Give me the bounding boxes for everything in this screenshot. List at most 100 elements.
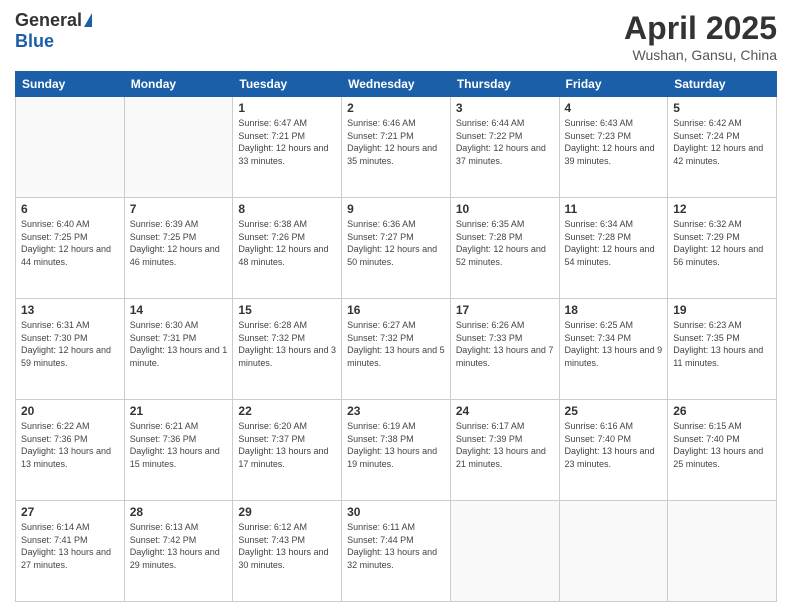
logo: General Blue — [15, 10, 92, 52]
table-row — [450, 501, 559, 602]
weekday-header-row: Sunday Monday Tuesday Wednesday Thursday… — [16, 72, 777, 97]
table-row: 6 Sunrise: 6:40 AM Sunset: 7:25 PM Daylig… — [16, 198, 125, 299]
day-number: 6 — [21, 202, 119, 216]
day-info: Sunrise: 6:34 AM Sunset: 7:28 PM Dayligh… — [565, 218, 663, 268]
table-row: 25 Sunrise: 6:16 AM Sunset: 7:40 PM Dayli… — [559, 400, 668, 501]
day-info: Sunrise: 6:22 AM Sunset: 7:36 PM Dayligh… — [21, 420, 119, 470]
day-number: 9 — [347, 202, 445, 216]
table-row: 24 Sunrise: 6:17 AM Sunset: 7:39 PM Dayli… — [450, 400, 559, 501]
day-info: Sunrise: 6:36 AM Sunset: 7:27 PM Dayligh… — [347, 218, 445, 268]
day-info: Sunrise: 6:12 AM Sunset: 7:43 PM Dayligh… — [238, 521, 336, 571]
day-info: Sunrise: 6:42 AM Sunset: 7:24 PM Dayligh… — [673, 117, 771, 167]
table-row: 23 Sunrise: 6:19 AM Sunset: 7:38 PM Dayli… — [342, 400, 451, 501]
day-info: Sunrise: 6:25 AM Sunset: 7:34 PM Dayligh… — [565, 319, 663, 369]
table-row: 16 Sunrise: 6:27 AM Sunset: 7:32 PM Dayli… — [342, 299, 451, 400]
logo-blue-text: Blue — [15, 31, 54, 52]
calendar-table: Sunday Monday Tuesday Wednesday Thursday… — [15, 71, 777, 602]
day-number: 13 — [21, 303, 119, 317]
day-info: Sunrise: 6:23 AM Sunset: 7:35 PM Dayligh… — [673, 319, 771, 369]
table-row: 1Sunrise: 6:47 AM Sunset: 7:21 PM Daylig… — [233, 97, 342, 198]
title-location: Wushan, Gansu, China — [624, 47, 777, 63]
table-row — [16, 97, 125, 198]
day-number: 28 — [130, 505, 228, 519]
table-row: 30 Sunrise: 6:11 AM Sunset: 7:44 PM Dayli… — [342, 501, 451, 602]
day-number: 24 — [456, 404, 554, 418]
day-number: 2 — [347, 101, 445, 115]
day-number: 20 — [21, 404, 119, 418]
day-number: 17 — [456, 303, 554, 317]
day-number: 7 — [130, 202, 228, 216]
day-number: 21 — [130, 404, 228, 418]
header-monday: Monday — [124, 72, 233, 97]
calendar-week-3: 13 Sunrise: 6:31 AM Sunset: 7:30 PM Dayli… — [16, 299, 777, 400]
table-row — [124, 97, 233, 198]
calendar-week-1: 1Sunrise: 6:47 AM Sunset: 7:21 PM Daylig… — [16, 97, 777, 198]
day-info: Sunrise: 6:39 AM Sunset: 7:25 PM Dayligh… — [130, 218, 228, 268]
calendar-week-5: 27 Sunrise: 6:14 AM Sunset: 7:41 PM Dayli… — [16, 501, 777, 602]
table-row: 8 Sunrise: 6:38 AM Sunset: 7:26 PM Daylig… — [233, 198, 342, 299]
day-number: 12 — [673, 202, 771, 216]
day-number: 16 — [347, 303, 445, 317]
table-row: 13 Sunrise: 6:31 AM Sunset: 7:30 PM Dayli… — [16, 299, 125, 400]
header-sunday: Sunday — [16, 72, 125, 97]
day-info: Sunrise: 6:16 AM Sunset: 7:40 PM Dayligh… — [565, 420, 663, 470]
day-info: Sunrise: 6:40 AM Sunset: 7:25 PM Dayligh… — [21, 218, 119, 268]
table-row: 20 Sunrise: 6:22 AM Sunset: 7:36 PM Dayli… — [16, 400, 125, 501]
title-block: April 2025 Wushan, Gansu, China — [624, 10, 777, 63]
header-tuesday: Tuesday — [233, 72, 342, 97]
day-number: 3 — [456, 101, 554, 115]
table-row: 4Sunrise: 6:43 AM Sunset: 7:23 PM Daylig… — [559, 97, 668, 198]
day-number: 18 — [565, 303, 663, 317]
table-row: 26 Sunrise: 6:15 AM Sunset: 7:40 PM Dayli… — [668, 400, 777, 501]
day-number: 10 — [456, 202, 554, 216]
logo-general-text: General — [15, 10, 82, 31]
day-info: Sunrise: 6:11 AM Sunset: 7:44 PM Dayligh… — [347, 521, 445, 571]
day-number: 19 — [673, 303, 771, 317]
table-row: 5Sunrise: 6:42 AM Sunset: 7:24 PM Daylig… — [668, 97, 777, 198]
day-info: Sunrise: 6:31 AM Sunset: 7:30 PM Dayligh… — [21, 319, 119, 369]
day-info: Sunrise: 6:17 AM Sunset: 7:39 PM Dayligh… — [456, 420, 554, 470]
table-row: 27 Sunrise: 6:14 AM Sunset: 7:41 PM Dayli… — [16, 501, 125, 602]
day-info: Sunrise: 6:32 AM Sunset: 7:29 PM Dayligh… — [673, 218, 771, 268]
day-number: 27 — [21, 505, 119, 519]
day-number: 30 — [347, 505, 445, 519]
table-row: 14Sunrise: 6:30 AM Sunset: 7:31 PM Dayli… — [124, 299, 233, 400]
day-info: Sunrise: 6:27 AM Sunset: 7:32 PM Dayligh… — [347, 319, 445, 369]
day-number: 29 — [238, 505, 336, 519]
table-row: 21Sunrise: 6:21 AM Sunset: 7:36 PM Dayli… — [124, 400, 233, 501]
header-friday: Friday — [559, 72, 668, 97]
day-number: 11 — [565, 202, 663, 216]
day-info: Sunrise: 6:47 AM Sunset: 7:21 PM Dayligh… — [238, 117, 336, 167]
day-info: Sunrise: 6:20 AM Sunset: 7:37 PM Dayligh… — [238, 420, 336, 470]
day-info: Sunrise: 6:19 AM Sunset: 7:38 PM Dayligh… — [347, 420, 445, 470]
day-number: 22 — [238, 404, 336, 418]
table-row: 15 Sunrise: 6:28 AM Sunset: 7:32 PM Dayli… — [233, 299, 342, 400]
calendar-week-4: 20 Sunrise: 6:22 AM Sunset: 7:36 PM Dayli… — [16, 400, 777, 501]
day-info: Sunrise: 6:14 AM Sunset: 7:41 PM Dayligh… — [21, 521, 119, 571]
day-info: Sunrise: 6:30 AM Sunset: 7:31 PM Dayligh… — [130, 319, 228, 369]
table-row: 3 Sunrise: 6:44 AM Sunset: 7:22 PM Daylig… — [450, 97, 559, 198]
day-info: Sunrise: 6:46 AM Sunset: 7:21 PM Dayligh… — [347, 117, 445, 167]
table-row: 10 Sunrise: 6:35 AM Sunset: 7:28 PM Dayli… — [450, 198, 559, 299]
table-row: 9 Sunrise: 6:36 AM Sunset: 7:27 PM Daylig… — [342, 198, 451, 299]
day-number: 25 — [565, 404, 663, 418]
table-row: 7 Sunrise: 6:39 AM Sunset: 7:25 PM Daylig… — [124, 198, 233, 299]
day-number: 8 — [238, 202, 336, 216]
day-number: 26 — [673, 404, 771, 418]
day-number: 4 — [565, 101, 663, 115]
table-row: 19 Sunrise: 6:23 AM Sunset: 7:35 PM Dayli… — [668, 299, 777, 400]
table-row: 2 Sunrise: 6:46 AM Sunset: 7:21 PM Daylig… — [342, 97, 451, 198]
table-row: 18 Sunrise: 6:25 AM Sunset: 7:34 PM Dayli… — [559, 299, 668, 400]
day-info: Sunrise: 6:44 AM Sunset: 7:22 PM Dayligh… — [456, 117, 554, 167]
day-info: Sunrise: 6:15 AM Sunset: 7:40 PM Dayligh… — [673, 420, 771, 470]
day-number: 23 — [347, 404, 445, 418]
day-info: Sunrise: 6:28 AM Sunset: 7:32 PM Dayligh… — [238, 319, 336, 369]
day-number: 15 — [238, 303, 336, 317]
header-thursday: Thursday — [450, 72, 559, 97]
calendar-week-2: 6 Sunrise: 6:40 AM Sunset: 7:25 PM Daylig… — [16, 198, 777, 299]
title-month: April 2025 — [624, 10, 777, 47]
day-info: Sunrise: 6:38 AM Sunset: 7:26 PM Dayligh… — [238, 218, 336, 268]
day-info: Sunrise: 6:26 AM Sunset: 7:33 PM Dayligh… — [456, 319, 554, 369]
day-info: Sunrise: 6:35 AM Sunset: 7:28 PM Dayligh… — [456, 218, 554, 268]
table-row — [668, 501, 777, 602]
